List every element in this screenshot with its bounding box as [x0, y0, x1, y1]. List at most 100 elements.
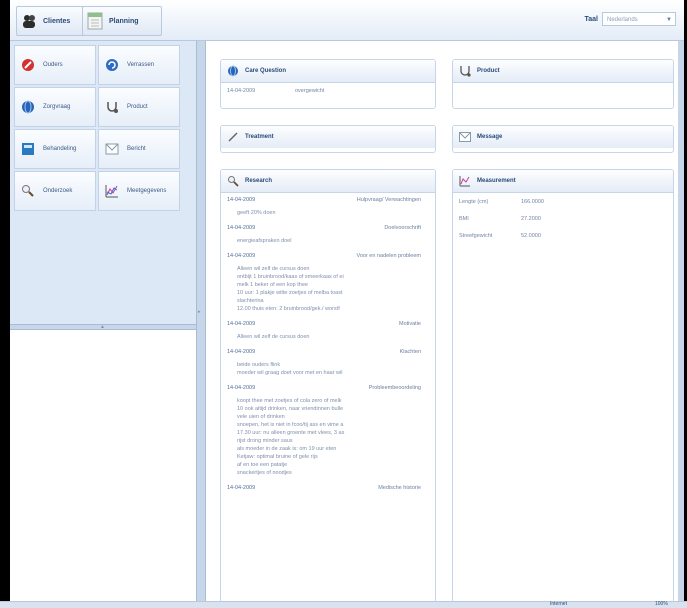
- menu-product-button[interactable]: Product: [98, 87, 180, 127]
- research-note: 10 uur: 1 plakje witte zoetjes of melba …: [237, 290, 343, 296]
- research-entry-date: 14-04-2009: [227, 225, 256, 231]
- pen-icon: [228, 132, 238, 142]
- measurement-label: BMI: [459, 216, 469, 222]
- research-title: Research: [245, 178, 273, 184]
- research-entry[interactable]: 14-04-2009 Doelvoorschrift: [221, 221, 435, 237]
- research-entry-topic: Probleembeoordeling: [368, 385, 421, 391]
- research-note: slachterina: [237, 298, 264, 304]
- treatment-panel: Treatment: [220, 125, 436, 153]
- product-title: Product: [477, 68, 500, 74]
- vertical-splitter[interactable]: ▸: [196, 41, 206, 601]
- research-note: als moeder in de zaak is: om 19 uur eten: [237, 446, 337, 452]
- research-entry[interactable]: 14-04-2009 Voor en nadelen probleem: [221, 249, 435, 265]
- measurement-header[interactable]: Measurement: [453, 170, 673, 193]
- research-note: 17.30 uur: nu alleen groente met vlees, …: [237, 430, 345, 436]
- message-header[interactable]: Message: [453, 126, 673, 148]
- care-question-text: overgewicht: [295, 88, 325, 94]
- nav-planning-label: Planning: [109, 17, 139, 25]
- research-note: koopt thee met zoetjes of cola zero of m…: [237, 398, 342, 404]
- calendar-icon: [87, 12, 103, 30]
- research-list: 14-04-2009 Hulpvraag/ Verwachtingen geeft …: [221, 193, 435, 501]
- measurement-label: Lengte (cm): [459, 199, 489, 205]
- menu-meetgegevens-label: Meetgegevens: [127, 188, 167, 194]
- menu-onderzoek-button[interactable]: Onderzoek: [14, 171, 96, 211]
- research-entry[interactable]: 14-04-2009 Klachten: [221, 345, 435, 361]
- nav-clientes-button[interactable]: Clientes: [16, 6, 92, 36]
- menu-behandeling-button[interactable]: Behandeling: [14, 129, 96, 169]
- measurement-title: Measurement: [477, 178, 516, 184]
- care-question-header[interactable]: Care Question: [221, 60, 435, 83]
- research-note: af en toe een patatje: [237, 462, 288, 468]
- care-question-date: 14-04-2009: [227, 88, 256, 94]
- menu-meetgegevens-button[interactable]: Meetgegevens: [98, 171, 180, 211]
- menu-ouders-label: Ouders: [43, 62, 63, 68]
- menu-behandeling-label: Behandeling: [43, 146, 77, 152]
- measurement-value: 52.0000: [521, 233, 541, 239]
- grip-icon: ▲: [100, 324, 105, 330]
- research-entry-topic: Klachten: [399, 349, 421, 355]
- magnifier-icon: [22, 185, 34, 197]
- research-entry-date: 14-04-2009: [227, 197, 256, 203]
- research-entry-topic: Hulpvraag/ Verwachtingen: [356, 197, 421, 203]
- menu-ouders-button[interactable]: Ouders: [14, 45, 96, 85]
- chart-icon: [459, 176, 470, 187]
- language-value: Nederlands: [607, 17, 638, 23]
- research-note: melk 1 beker of een kop thee: [237, 282, 308, 288]
- research-entry-date: 14-04-2009: [227, 253, 256, 259]
- research-entry-date: 14-04-2009: [227, 485, 256, 491]
- research-note: snoepen, het is niet in fcoo/tij ass en …: [237, 422, 344, 428]
- menu-zorgvraag-button[interactable]: Zorgvraag: [14, 87, 96, 127]
- measurement-value: 27.2000: [521, 216, 541, 222]
- research-note: 12.00 thuis eten: 2 bruinbrood/gek./ wor…: [237, 306, 340, 312]
- research-note: rijst drong minder saus: [237, 438, 293, 444]
- research-header[interactable]: Research: [221, 170, 435, 193]
- globe-icon: [228, 65, 238, 77]
- product-header[interactable]: Product: [453, 60, 673, 83]
- status-zoom[interactable]: 100%: [655, 601, 668, 607]
- right-scrollbar[interactable]: [678, 41, 684, 601]
- chart-icon: [105, 185, 118, 198]
- care-question-row[interactable]: 14-04-2009 overgewicht: [221, 88, 435, 99]
- research-note: beide ouders flink: [237, 362, 281, 368]
- language-selector: Taal Nederlands ▼: [584, 12, 676, 26]
- research-panel: Research 14-04-2009 Hulpvraag/ Verwachtin…: [220, 169, 436, 603]
- research-entry[interactable]: 14-04-2009 Hulpvraag/ Verwachtingen: [221, 193, 435, 209]
- envelope-icon: [459, 132, 471, 142]
- stethoscope-icon: [107, 102, 118, 113]
- grip-icon: ▸: [198, 309, 201, 315]
- research-note: moeder wil graag doet voor met en haar w…: [237, 370, 343, 376]
- treatment-title: Treatment: [245, 134, 274, 140]
- measurement-row[interactable]: Lengte (cm) 166.0000: [453, 199, 673, 216]
- research-entry-date: 14-04-2009: [227, 349, 256, 355]
- app-window: Clientes Planning Taal Nederlands ▼ Oude…: [10, 0, 684, 607]
- language-label: Taal: [584, 15, 599, 23]
- menu-bericht-button[interactable]: Bericht: [98, 129, 180, 169]
- nav-planning-button[interactable]: Planning: [82, 6, 162, 36]
- stop-icon: [22, 59, 34, 71]
- research-entry[interactable]: 14-04-2009 Probleembeoordeling: [221, 381, 435, 397]
- research-entry-topic: Voor en nadelen probleem: [356, 253, 421, 259]
- research-note: Ketjaw: optimal bruine of gele rijs: [237, 454, 318, 460]
- measurement-row[interactable]: Streefgewicht 52.0000: [453, 233, 673, 250]
- language-select[interactable]: Nederlands ▼: [602, 12, 676, 26]
- nav-clientes-label: Clientes: [43, 17, 71, 25]
- research-entry[interactable]: 14-04-2009 Medische historie: [221, 481, 435, 497]
- measurement-value: 166.0000: [521, 199, 544, 205]
- research-entry[interactable]: 14-04-2009 Motivatie: [221, 317, 435, 333]
- menu-product-label: Product: [127, 104, 148, 110]
- measurement-row[interactable]: BMI 27.2000: [453, 216, 673, 233]
- left-menu-panel: Ouders Verrassen Zorgvraag Product Behan…: [10, 41, 197, 324]
- top-toolbar: Clientes Planning Taal Nederlands ▼: [10, 0, 684, 41]
- research-note: energieafspraken doel: [237, 238, 292, 244]
- message-panel: Message: [452, 125, 674, 153]
- treatment-header[interactable]: Treatment: [221, 126, 435, 148]
- menu-zorgvraag-label: Zorgvraag: [43, 104, 71, 110]
- care-question-title: Care Question: [245, 68, 287, 74]
- menu-bericht-label: Bericht: [127, 146, 146, 152]
- globe-icon: [22, 100, 34, 114]
- menu-verrassen-button[interactable]: Verrassen: [98, 45, 180, 85]
- research-note: ontbijt 1 bruinbrood/kaas of smeerkaas o…: [237, 274, 344, 280]
- chevron-down-icon[interactable]: ▼: [666, 13, 672, 27]
- magnifier-icon: [228, 176, 239, 187]
- stethoscope-icon: [460, 66, 471, 77]
